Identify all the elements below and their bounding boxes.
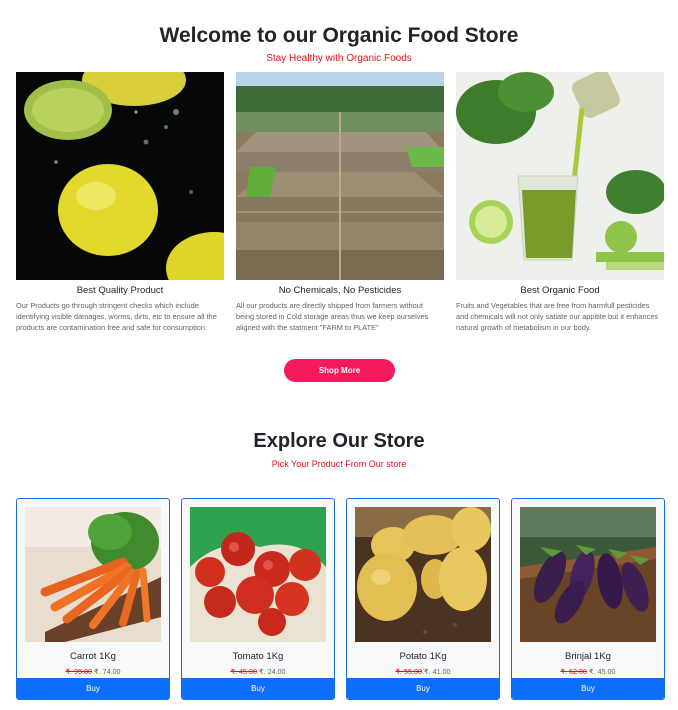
potato-image — [355, 507, 491, 642]
shop-more-button[interactable]: Shop More — [284, 359, 395, 382]
feature-no-chemicals: No Chemicals, No Pesticides All our prod… — [236, 72, 444, 334]
carrot-image — [25, 507, 161, 642]
product-old-price: ₹. 95.00 — [65, 667, 92, 676]
product-price: ₹. 55.00 ₹. 41.00 — [347, 667, 499, 676]
buy-button[interactable]: Buy — [347, 678, 499, 699]
product-current-price: ₹. 24.00 — [259, 667, 286, 676]
product-price: ₹. 62.00 ₹. 45.00 — [512, 667, 664, 676]
product-card-carrot: Carrot 1Kg ₹. 95.00 ₹. 74.00 Buy — [16, 498, 170, 700]
feature-title: No Chemicals, No Pesticides — [278, 285, 402, 296]
feature-organic: Best Organic Food Fruits and Vegetables … — [456, 72, 664, 334]
feature-quality: Best Quality Product Our Products go thr… — [16, 72, 224, 334]
buy-button[interactable]: Buy — [512, 678, 664, 699]
product-card-brinjal: Brinjal 1Kg ₹. 62.00 ₹. 45.00 Buy — [511, 498, 665, 700]
product-price: ₹. 45.00 ₹. 24.00 — [182, 667, 334, 676]
feature-description: Fruits and Vegetables that are free from… — [456, 301, 659, 333]
product-old-price: ₹. 45.00 — [230, 667, 257, 676]
product-price: ₹. 95.00 ₹. 74.00 — [17, 667, 169, 676]
product-name: Potato 1Kg — [399, 651, 447, 662]
feature-description: All our products are directly shipped fr… — [236, 301, 429, 333]
explore-title: Explore Our Store — [253, 430, 425, 452]
product-name: Brinjal 1Kg — [565, 651, 611, 662]
tomato-image — [190, 507, 326, 642]
buy-button[interactable]: Buy — [182, 678, 334, 699]
product-card-tomato: Tomato 1Kg ₹. 45.00 ₹. 24.00 Buy — [181, 498, 335, 700]
product-current-price: ₹. 74.00 — [94, 667, 121, 676]
product-name: Tomato 1Kg — [232, 651, 284, 662]
product-card-potato: Potato 1Kg ₹. 55.00 ₹. 41.00 Buy — [346, 498, 500, 700]
farm-fields-image — [236, 72, 444, 280]
product-old-price: ₹. 55.00 — [395, 667, 422, 676]
product-name: Carrot 1Kg — [70, 651, 116, 662]
buy-button[interactable]: Buy — [17, 678, 169, 699]
product-old-price: ₹. 62.00 — [560, 667, 587, 676]
green-juice-image — [456, 72, 664, 280]
lemons-image — [16, 72, 224, 280]
hero-title: Welcome to our Organic Food Store — [159, 24, 519, 47]
hero-subtitle: Stay Healthy with Organic Foods — [266, 53, 412, 64]
product-current-price: ₹. 41.00 — [424, 667, 451, 676]
brinjal-image — [520, 507, 656, 642]
product-current-price: ₹. 45.00 — [589, 667, 616, 676]
feature-title: Best Organic Food — [520, 285, 600, 296]
explore-subtitle: Pick Your Product From Our store — [271, 459, 407, 469]
feature-title: Best Quality Product — [76, 285, 164, 296]
feature-description: Our Products go through stringent checks… — [16, 301, 217, 333]
